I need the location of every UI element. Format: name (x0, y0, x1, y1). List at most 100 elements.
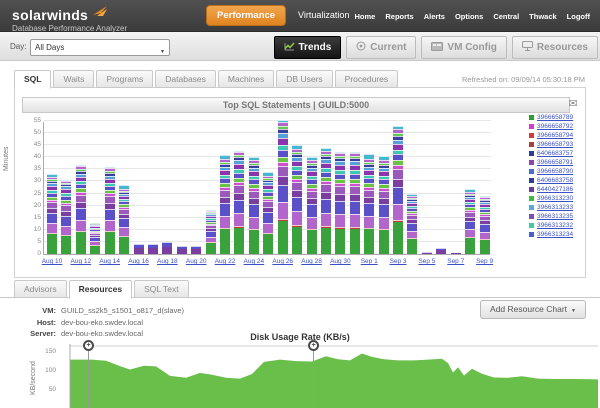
y-axis-tick-label: 40 (23, 153, 41, 160)
legend-link[interactable]: 3966313233 (537, 204, 573, 211)
add-resource-chart-button[interactable]: Add Resource Chart▼ (480, 300, 586, 319)
stacked-bar-sep-4[interactable] (407, 194, 417, 254)
view-button-label: VM Config (447, 42, 496, 53)
bottom-tab-advisors[interactable]: Advisors (14, 280, 67, 298)
legend-link[interactable]: 3966313235 (537, 213, 573, 220)
legend-link[interactable]: 3966658792 (537, 123, 573, 130)
legend-item: 3966658791 (529, 158, 599, 167)
legend-link[interactable]: 6440427186 (537, 186, 573, 193)
tab-programs[interactable]: Programs (96, 70, 153, 88)
stacked-bar-aug-22[interactable] (220, 155, 230, 254)
stacked-bar-sep-6[interactable] (436, 248, 446, 254)
stacked-bar-aug-15[interactable] (119, 185, 129, 254)
tab-databases[interactable]: Databases (155, 70, 216, 88)
stacked-bar-aug-20[interactable] (191, 246, 201, 254)
stacked-bar-aug-28[interactable] (307, 157, 317, 254)
bar-segment (307, 191, 317, 198)
stacked-bar-aug-26[interactable] (278, 120, 288, 254)
nav-item-home[interactable]: Home (355, 12, 376, 21)
tab-waits[interactable]: Waits (53, 70, 94, 88)
stacked-bar-sep-7[interactable] (451, 253, 461, 254)
legend-link[interactable]: 3966313232 (537, 222, 573, 229)
stacked-bar-aug-19[interactable] (177, 246, 187, 254)
range-handle-line (313, 345, 314, 408)
bar-segment (350, 194, 360, 201)
bar-segment (278, 150, 288, 157)
stacked-bar-aug-10[interactable] (47, 174, 57, 254)
email-icon[interactable]: ✉ (564, 98, 582, 112)
stacked-bar-sep-2[interactable] (379, 156, 389, 254)
legend-link[interactable]: 3966658791 (537, 159, 573, 166)
view-button-current[interactable]: Current (346, 36, 416, 59)
disk-chart-y-axis-label: KB/second (30, 361, 37, 395)
bar-segment (177, 249, 187, 254)
bottom-tab-sql-text[interactable]: SQL Text (134, 280, 189, 298)
nav-item-alerts[interactable]: Alerts (424, 12, 445, 21)
stacked-bar-aug-30[interactable] (335, 152, 345, 254)
legend-link[interactable]: 3966658793 (537, 141, 573, 148)
bar-segment (105, 209, 115, 220)
legend-link[interactable]: 3966658790 (537, 168, 573, 175)
bar-segment (364, 190, 374, 197)
disk-usage-area-chart (60, 344, 600, 408)
legend-item: 3966313235 (529, 212, 599, 221)
legend-item: 3966313233 (529, 203, 599, 212)
resource-info-row: Host:dev-bou-eko.swdev.local (24, 318, 184, 327)
legend-link[interactable]: 3966658789 (537, 114, 573, 121)
nav-item-thwack[interactable]: Thwack (529, 12, 557, 21)
bar-segment (407, 239, 417, 254)
nav-item-logoff[interactable]: Logoff (567, 12, 590, 21)
range-handle[interactable]: + (308, 340, 319, 351)
day-select[interactable]: All Days ▼ (30, 39, 170, 56)
add-resource-chart-label: Add Resource Chart (490, 304, 567, 314)
stacked-bar-sep-8[interactable] (465, 189, 475, 254)
stacked-bar-aug-31[interactable] (350, 152, 360, 254)
view-button-resources[interactable]: Resources (512, 36, 598, 59)
view-button-trends[interactable]: Trends (274, 36, 342, 59)
stacked-bar-aug-14[interactable] (105, 167, 115, 254)
tab-sql[interactable]: SQL (14, 70, 51, 89)
stacked-bar-aug-11[interactable] (61, 180, 71, 254)
tab-machines[interactable]: Machines (218, 70, 274, 88)
legend-link[interactable]: 3966313234 (537, 231, 573, 238)
stacked-bar-aug-18[interactable] (162, 242, 172, 254)
stacked-bar-aug-23[interactable] (234, 151, 244, 254)
stacked-bar-aug-25[interactable] (263, 172, 273, 254)
gridline (44, 156, 491, 157)
bar-segment (379, 204, 389, 217)
legend-link[interactable]: 6406683757 (537, 150, 573, 157)
stacked-bar-sep-3[interactable] (393, 126, 403, 254)
nav-item-reports[interactable]: Reports (385, 12, 413, 21)
nav-item-central[interactable]: Central (493, 12, 519, 21)
stacked-bar-aug-24[interactable] (249, 157, 259, 254)
stacked-bar-aug-13[interactable] (90, 223, 100, 254)
bottom-tab-resources[interactable]: Resources (69, 280, 132, 299)
legend-link[interactable]: 6406683758 (537, 177, 573, 184)
stacked-bar-aug-29[interactable] (321, 148, 331, 254)
bar-segment (61, 236, 71, 254)
nav-item-options[interactable]: Options (455, 12, 483, 21)
stacked-bar-sep-1[interactable] (364, 154, 374, 254)
stacked-bar-aug-16[interactable] (134, 244, 144, 254)
tab-procedures[interactable]: Procedures (335, 70, 398, 88)
tab-db-users[interactable]: DB Users (276, 70, 332, 88)
bar-segment (105, 196, 115, 203)
x-axis-tick-label[interactable]: Sep 9 (467, 258, 503, 265)
virtualization-button[interactable]: Virtualization (292, 5, 355, 26)
view-button-vm-config[interactable]: VM Config (421, 36, 506, 59)
stacked-bar-sep-9[interactable] (480, 196, 490, 254)
performance-button[interactable]: Performance (206, 5, 286, 26)
legend-color-swatch (529, 160, 534, 165)
bar-segment (451, 253, 461, 254)
stacked-bar-aug-27[interactable] (292, 145, 302, 254)
legend-link[interactable]: 3966313230 (537, 195, 573, 202)
range-handle[interactable]: + (83, 340, 94, 351)
stacked-bar-sep-5[interactable] (422, 252, 432, 254)
bar-segment (61, 226, 71, 235)
stacked-bar-aug-17[interactable] (148, 244, 158, 254)
bottom-tab-bar: AdvisorsResourcesSQL Text (14, 280, 191, 299)
bar-segment (393, 222, 403, 254)
legend-link[interactable]: 3966658794 (537, 132, 573, 139)
stacked-bar-aug-21[interactable] (206, 210, 216, 254)
stacked-bar-aug-12[interactable] (76, 165, 86, 254)
